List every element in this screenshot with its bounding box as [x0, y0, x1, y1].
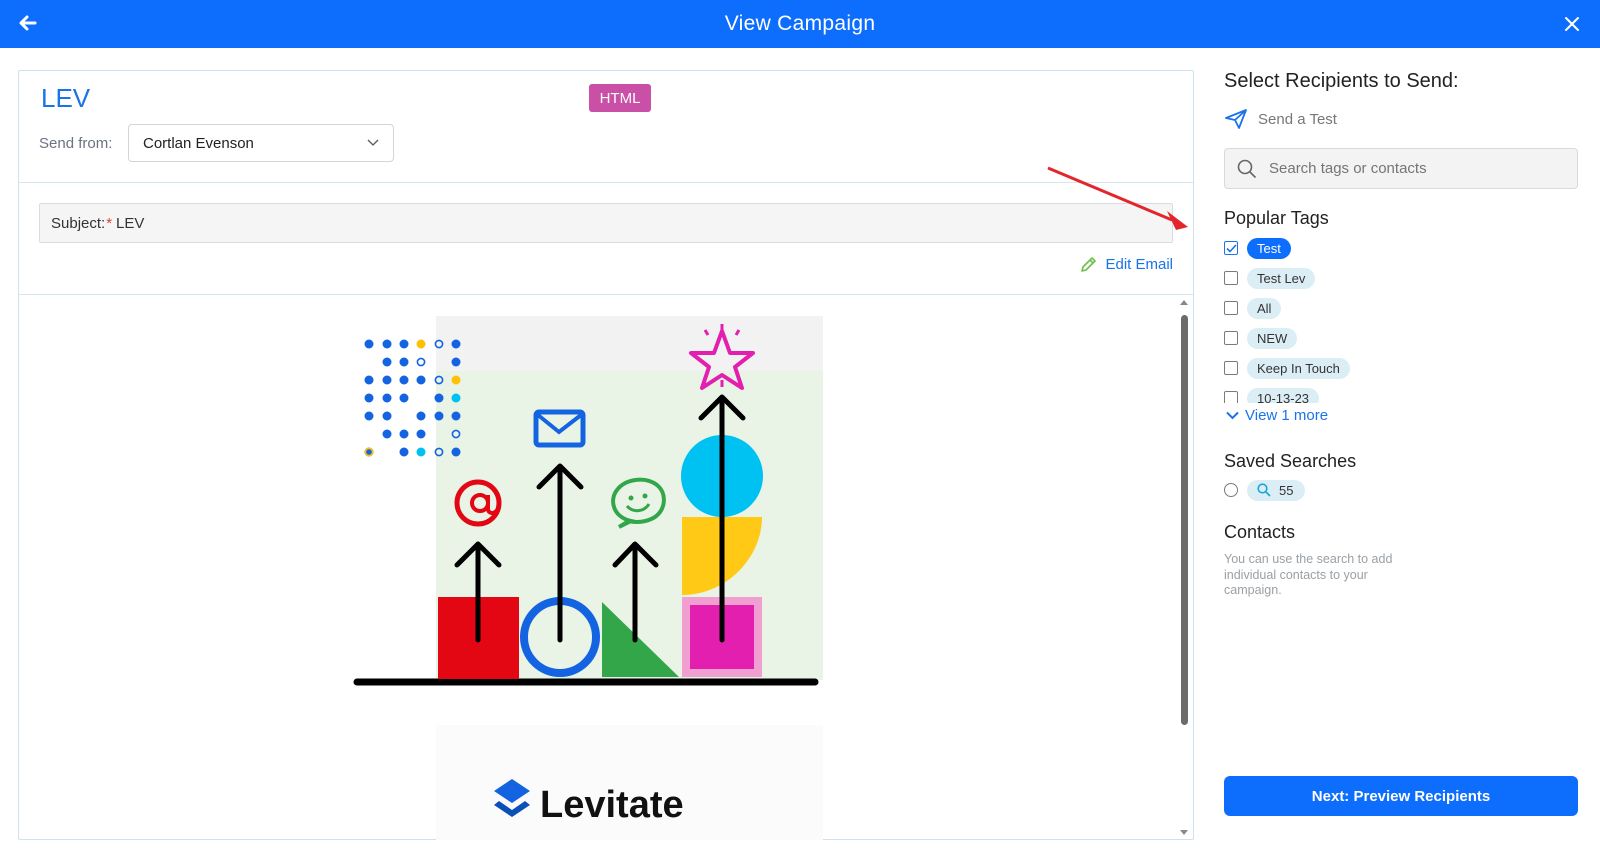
subject-label: Subject: [51, 214, 106, 232]
divider [19, 182, 1193, 183]
saved-search-label: 55 [1279, 482, 1294, 498]
recipient-search[interactable] [1224, 148, 1578, 189]
send-icon [1225, 109, 1247, 129]
email-preview: Levitate [19, 295, 1193, 840]
saved-search-radio[interactable] [1224, 483, 1238, 497]
tag-pill[interactable]: Test Lev [1247, 267, 1316, 289]
tag-row[interactable]: All [1224, 297, 1282, 319]
sender-value: Cortlan Evenson [143, 134, 254, 152]
preview-scrollbar[interactable] [1177, 297, 1191, 838]
saved-search-row[interactable]: 55 [1224, 479, 1306, 501]
tag-row[interactable]: Test [1224, 237, 1291, 259]
close-icon[interactable] [1562, 14, 1582, 34]
levitate-logo-text: Levitate [540, 784, 684, 826]
saved-searches-title: Saved Searches [1224, 451, 1357, 471]
pencil-icon [1081, 257, 1097, 272]
send-test-button[interactable]: Send a Test [1224, 108, 1337, 130]
scroll-up-icon[interactable] [1177, 297, 1191, 307]
edit-email-label: Edit Email [1105, 256, 1173, 273]
required-mark: * [106, 214, 113, 232]
tag-list: Test Test Lev All NEW Keep In Touch 10-1… [1224, 233, 1580, 403]
send-from-label: Send from: [39, 135, 113, 152]
scrollbar-thumb[interactable] [1181, 315, 1188, 725]
tag-checkbox[interactable] [1224, 361, 1238, 375]
back-arrow-icon[interactable] [16, 12, 38, 34]
tag-pill[interactable]: 10-13-23 [1247, 387, 1320, 403]
email-hero-illustration: Levitate [353, 316, 823, 840]
contacts-help-text: You can use the search to add individual… [1224, 552, 1393, 597]
view-more-label: View 1 more [1245, 407, 1329, 424]
tag-checkbox[interactable] [1224, 271, 1238, 285]
annotation-arrow-icon [1047, 166, 1188, 230]
search-icon [1257, 483, 1271, 497]
subject-value: LEV [116, 214, 145, 232]
tag-checkbox[interactable] [1224, 391, 1238, 403]
tag-row[interactable]: Keep In Touch [1224, 357, 1350, 379]
next-preview-recipients-button[interactable]: Next: Preview Recipients [1224, 776, 1578, 816]
tag-pill[interactable]: All [1247, 297, 1282, 319]
tag-row[interactable]: 10-13-23 [1224, 387, 1320, 403]
view-more-tags-link[interactable]: View 1 more [1226, 407, 1328, 424]
tag-row[interactable]: NEW [1224, 327, 1298, 349]
format-badge: HTML [589, 84, 651, 112]
header-bar: View Campaign [0, 0, 1600, 48]
campaign-card: LEV HTML Send from: Cortlan Evenson Subj… [18, 70, 1194, 840]
recipients-panel: Select Recipients to Send: Send a Test P… [1224, 70, 1580, 840]
tag-row[interactable]: Test Lev [1224, 267, 1316, 289]
search-icon [1237, 159, 1257, 178]
checkmark-icon [1225, 243, 1237, 253]
page-title: View Campaign [724, 12, 876, 35]
popular-tags-title: Popular Tags [1224, 208, 1329, 228]
saved-search-pill[interactable]: 55 [1247, 479, 1306, 501]
tag-checkbox[interactable] [1224, 301, 1238, 315]
search-input[interactable] [1269, 160, 1559, 177]
chevron-down-icon [367, 139, 379, 146]
send-test-label: Send a Test [1258, 110, 1337, 128]
tag-pill[interactable]: NEW [1247, 327, 1298, 349]
sender-select[interactable]: Cortlan Evenson [128, 124, 394, 162]
contacts-title: Contacts [1224, 522, 1296, 542]
tag-checkbox[interactable] [1224, 241, 1238, 255]
chevron-down-icon [1226, 411, 1239, 420]
edit-email-link[interactable]: Edit Email [1080, 256, 1173, 273]
tag-pill[interactable]: Keep In Touch [1247, 357, 1350, 379]
subject-field[interactable]: Subject: * LEV [39, 203, 1173, 243]
tag-pill[interactable]: Test [1247, 237, 1291, 259]
tag-checkbox[interactable] [1224, 331, 1238, 345]
campaign-name: LEV [41, 83, 91, 113]
scroll-down-icon[interactable] [1177, 828, 1191, 838]
recipients-title: Select Recipients to Send: [1224, 70, 1459, 92]
